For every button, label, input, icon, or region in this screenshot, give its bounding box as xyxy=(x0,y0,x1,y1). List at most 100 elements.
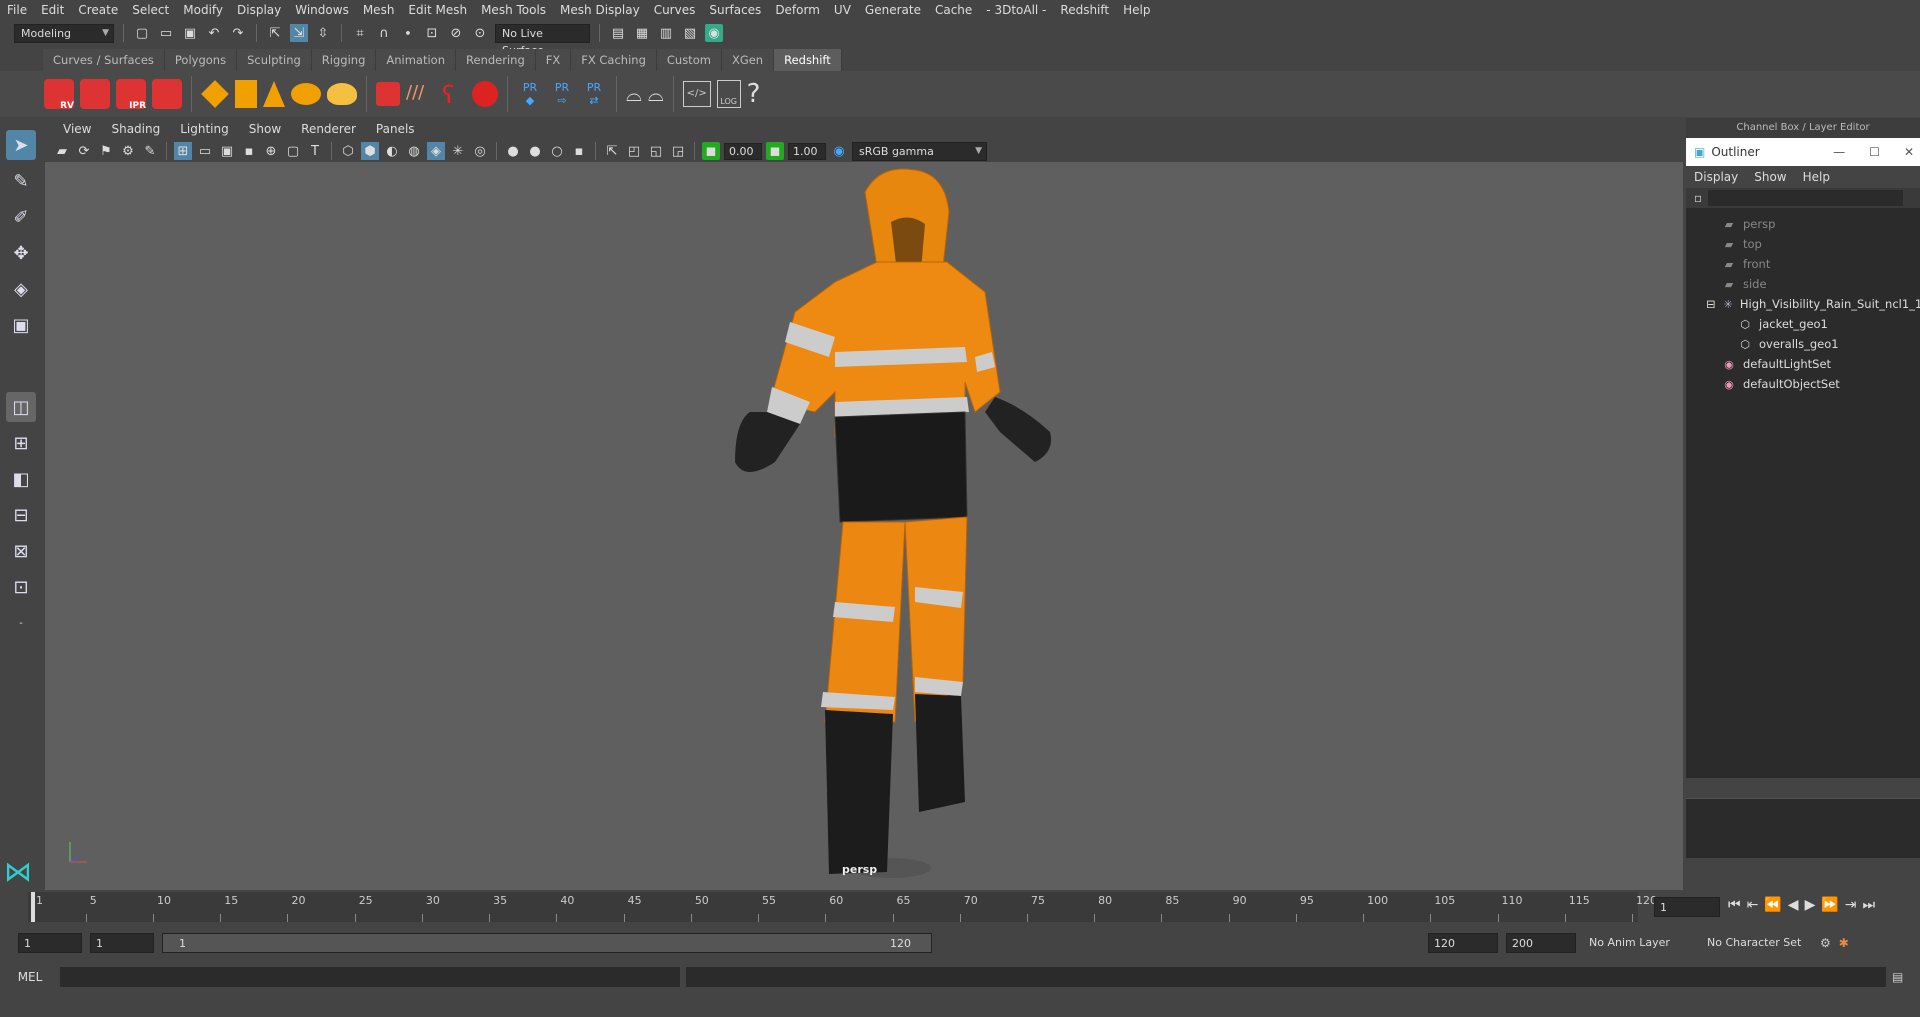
film-gate-icon[interactable]: ▭ xyxy=(196,142,214,160)
rotate-tool-icon[interactable]: ◈ xyxy=(6,274,36,304)
log-icon[interactable]: LOG xyxy=(716,80,741,108)
outliner-search-input[interactable] xyxy=(1708,190,1904,206)
default-material-icon[interactable]: ◐ xyxy=(383,142,401,160)
time-ruler[interactable]: 1 5 10 15 20 25 30 35 40 45 50 55 60 65 70 75 80 85 90 95 10… xyxy=(28,892,1657,922)
aa-icon[interactable]: ● xyxy=(526,142,544,160)
tab-custom[interactable]: Custom xyxy=(656,49,722,71)
anim-end-field[interactable]: 200 xyxy=(1506,933,1576,953)
time-slider[interactable]: 1 5 10 15 20 25 30 35 40 45 50 55 60 65 70 75 80 85 90 95 10… xyxy=(0,892,1920,922)
snap-live-icon[interactable]: ⊘ xyxy=(447,24,465,42)
menu-surfaces[interactable]: Surfaces xyxy=(702,0,768,20)
playback-start-field[interactable]: 1 xyxy=(90,933,154,953)
color-management-icon[interactable]: ◉ xyxy=(830,142,848,160)
outliner-menu-help[interactable]: Help xyxy=(1795,170,1838,184)
material-bowl-icon[interactable]: ⌓ xyxy=(626,82,642,106)
pr-import-icon[interactable]: PR ◆ xyxy=(517,81,543,107)
step-forward-icon[interactable]: ⏩ xyxy=(1821,897,1838,913)
menu-display[interactable]: Display xyxy=(230,0,288,20)
xray-icon[interactable]: ⇱ xyxy=(603,142,621,160)
play-forward-icon[interactable]: ▶ xyxy=(1805,897,1816,913)
render-view-icon[interactable]: ▤ xyxy=(609,24,627,42)
hypershade-icon[interactable]: ◉ xyxy=(705,24,723,42)
menu-mesh[interactable]: Mesh xyxy=(356,0,402,20)
help-icon[interactable]: ? xyxy=(747,79,761,109)
menu-modify[interactable]: Modify xyxy=(176,0,230,20)
anim-layer-select[interactable]: No Anim Layer xyxy=(1584,933,1694,953)
grid-icon[interactable]: ⊞ xyxy=(174,142,192,160)
select-hierarchy-icon[interactable]: ⇱ xyxy=(266,24,284,42)
live-surface-field[interactable]: No Live Surface xyxy=(495,23,590,57)
menu-generate[interactable]: Generate xyxy=(858,0,928,20)
menu-select[interactable]: Select xyxy=(125,0,176,20)
play-back-icon[interactable]: ◀ xyxy=(1788,897,1799,913)
light-rect-icon[interactable] xyxy=(201,80,229,108)
outliner-item[interactable]: ▰ top xyxy=(1686,234,1920,254)
textured-icon[interactable]: ◍ xyxy=(405,142,423,160)
tab-xgen[interactable]: XGen xyxy=(721,49,775,71)
exposure-icon[interactable]: ◼ xyxy=(702,142,720,160)
viewport-menu-shading[interactable]: Shading xyxy=(101,122,170,136)
tab-redshift[interactable]: Redshift xyxy=(774,49,842,71)
menu-mesh-display[interactable]: Mesh Display xyxy=(553,0,647,20)
render-frame-icon[interactable]: ▦ xyxy=(633,24,651,42)
hypershade-layout-icon[interactable]: ⊡ xyxy=(6,572,36,602)
playback-prefs-icon[interactable]: ⚙ xyxy=(1820,936,1831,950)
tab-sculpting[interactable]: Sculpting xyxy=(237,49,312,71)
range-slider-bar[interactable]: 1 120 xyxy=(162,933,932,953)
scale-tool-icon[interactable]: ▣ xyxy=(6,310,36,340)
rs-hair-icon[interactable]: /// xyxy=(406,82,436,106)
script-editor-icon[interactable]: </> xyxy=(682,81,711,107)
script-editor-button-icon[interactable]: ▤ xyxy=(1892,970,1903,984)
menu-mesh-tools[interactable]: Mesh Tools xyxy=(474,0,553,20)
new-scene-icon[interactable]: ▢ xyxy=(133,24,151,42)
outliner-item[interactable]: ⬡ overalls_geo1 xyxy=(1686,334,1920,354)
goto-start-icon[interactable]: ⏮ xyxy=(1728,897,1741,913)
tab-fx-caching[interactable]: FX Caching xyxy=(571,49,657,71)
lasso-tool-icon[interactable]: ✎ xyxy=(6,166,36,196)
gamma-field[interactable]: 1.00 xyxy=(788,142,826,160)
menu-edit[interactable]: Edit xyxy=(34,0,71,20)
redo-icon[interactable]: ↷ xyxy=(229,24,247,42)
pr-export-icon[interactable]: PR ⇨ xyxy=(549,81,575,107)
snap-grid-icon[interactable]: ⌗ xyxy=(351,24,369,42)
gamma-icon[interactable]: ◼ xyxy=(766,142,784,160)
menu-help[interactable]: Help xyxy=(1116,0,1157,20)
isolate-icon[interactable]: ▪ xyxy=(570,142,588,160)
mel-input[interactable] xyxy=(60,967,680,987)
rv-render-icon[interactable]: RV xyxy=(44,79,74,111)
shadows-icon[interactable]: ✳ xyxy=(449,142,467,160)
mode-selector[interactable]: Modeling ▼ xyxy=(14,23,114,43)
menu-3dtoall[interactable]: - 3DtoAll - xyxy=(979,0,1053,20)
menu-redshift[interactable]: Redshift xyxy=(1053,0,1116,20)
collapse-icon[interactable]: - xyxy=(6,608,36,638)
step-forward-key-icon[interactable]: ⇥ xyxy=(1845,897,1857,913)
menu-windows[interactable]: Windows xyxy=(288,0,356,20)
camera-select-icon[interactable]: ▰ xyxy=(53,142,71,160)
select-component-icon[interactable]: ⇳ xyxy=(314,24,332,42)
wireframe-icon[interactable]: ⬡ xyxy=(339,142,357,160)
outliner-layout-icon[interactable]: ⊟ xyxy=(6,500,36,530)
side-by-side-icon[interactable]: ◧ xyxy=(6,464,36,494)
material-bowl2-icon[interactable]: ⌓ xyxy=(648,82,664,106)
render-options-icon[interactable] xyxy=(152,79,182,109)
playback-end-field[interactable]: 120 xyxy=(1428,933,1498,953)
step-back-key-icon[interactable]: ⇤ xyxy=(1747,897,1759,913)
playhead[interactable] xyxy=(31,892,35,922)
anim-start-field[interactable]: 1 xyxy=(18,933,82,953)
four-view-icon[interactable]: ⊞ xyxy=(6,428,36,458)
light-sun-icon[interactable] xyxy=(327,83,357,105)
undo-icon[interactable]: ↶ xyxy=(205,24,223,42)
safe-action-icon[interactable]: ▢ xyxy=(284,142,302,160)
light-portal-icon[interactable] xyxy=(235,80,257,108)
snap-together-icon[interactable]: ⊙ xyxy=(471,24,489,42)
light-spot-icon[interactable] xyxy=(263,81,285,107)
xray-joints-icon[interactable]: ◰ xyxy=(625,142,643,160)
viewport-menu-show[interactable]: Show xyxy=(239,122,291,136)
image-plane-icon[interactable]: ⚙ xyxy=(119,142,137,160)
goto-end-icon[interactable]: ⏭ xyxy=(1863,897,1876,913)
render-batch-icon[interactable] xyxy=(80,79,110,109)
tab-curves-surfaces[interactable]: Curves / Surfaces xyxy=(43,49,165,71)
paint-select-icon[interactable]: ✐ xyxy=(6,202,36,232)
save-scene-icon[interactable]: ▣ xyxy=(181,24,199,42)
outliner-item[interactable]: ◉ defaultObjectSet xyxy=(1686,374,1920,394)
